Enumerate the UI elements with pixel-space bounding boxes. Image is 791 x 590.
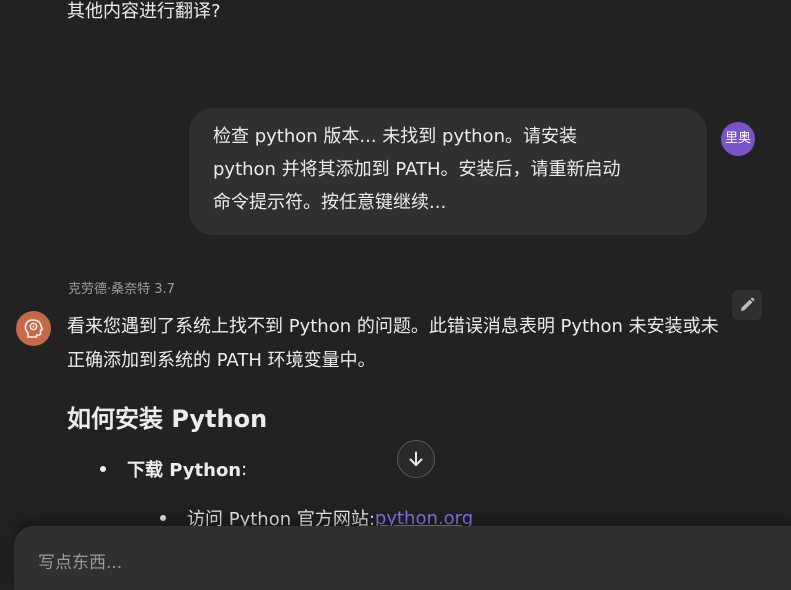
arrow-down-icon: [409, 451, 423, 466]
user-message-bubble: 检查 python 版本... 未找到 python。请安装 python 并将…: [189, 108, 707, 235]
bullet-dot: [100, 466, 106, 472]
edit-button[interactable]: [732, 290, 762, 320]
section-heading: 如何安装 Python: [67, 405, 268, 433]
brain-head-icon: [24, 318, 43, 338]
user-message-line: python 并将其添加到 PATH。安装后，请重新启动: [213, 159, 621, 180]
assistant-paragraph-line: 看来您遇到了系统上找不到 Python 的问题。此错误消息表明 Python 未…: [67, 316, 719, 337]
list-item-colon: :: [241, 458, 248, 480]
pencil-icon: [741, 297, 755, 311]
model-name-label: 克劳德·桑奈特 3.7: [68, 282, 175, 297]
scroll-to-bottom-button[interactable]: [397, 440, 435, 478]
assistant-paragraph-line: 正确添加到系统的 PATH 环境变量中。: [67, 350, 376, 371]
list-item: 下载 Python :: [100, 455, 247, 483]
message-input[interactable]: [38, 550, 758, 576]
list-item-label: 下载 Python: [127, 460, 242, 481]
bullet-dot: [160, 515, 166, 521]
assistant-avatar: [16, 311, 51, 346]
message-composer: [14, 526, 791, 590]
user-message-line: 命令提示符。按任意键继续...: [213, 192, 447, 213]
user-message-line: 检查 python 版本... 未找到 python。请安装: [213, 126, 577, 147]
user-avatar[interactable]: 里奥: [721, 122, 755, 156]
previous-message-tail: 其他内容进行翻译?: [67, 1, 221, 22]
chat-page: 其他内容进行翻译? 检查 python 版本... 未找到 python。请安装…: [0, 0, 791, 590]
